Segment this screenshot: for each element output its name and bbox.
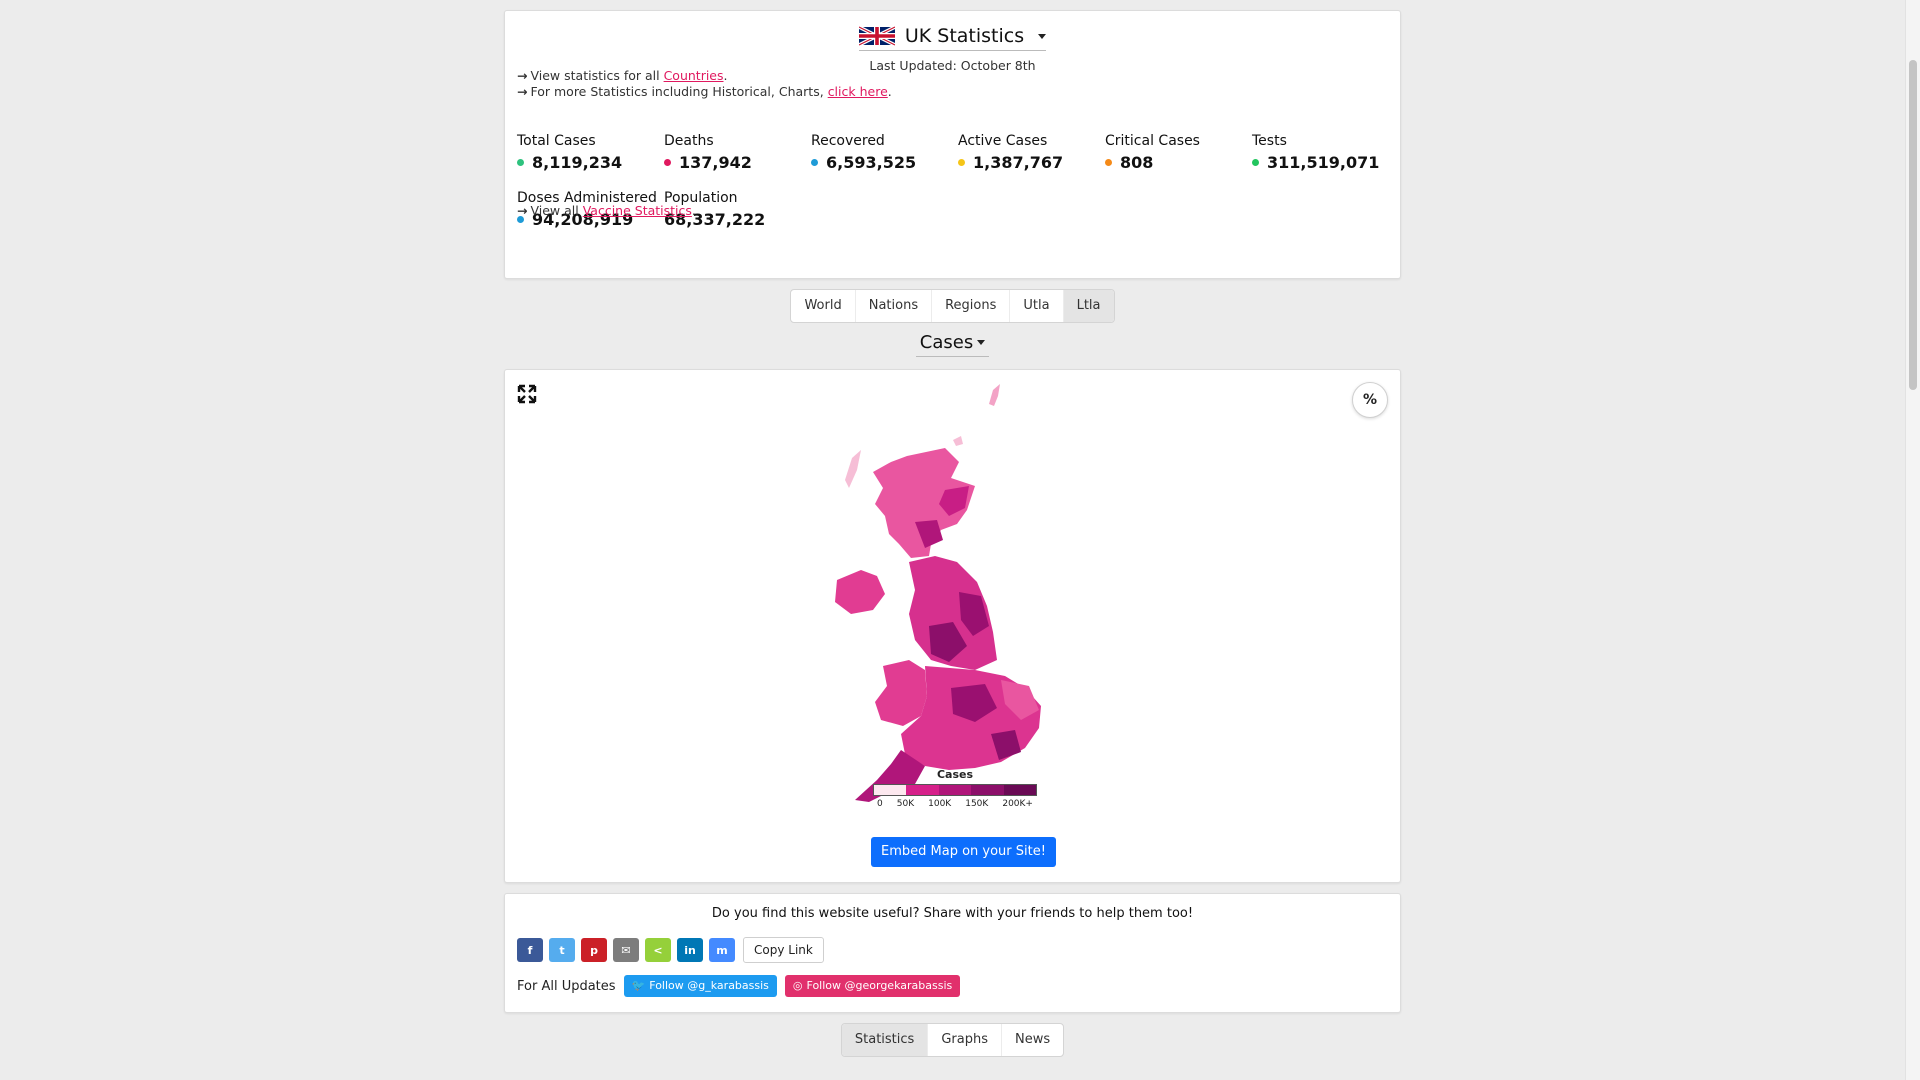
facebook-icon: f — [527, 943, 533, 957]
messenger-share-button[interactable]: m — [709, 938, 735, 962]
twitter-icon: 🐦 — [631, 979, 646, 992]
status-dot-icon — [958, 159, 965, 166]
scrollbar-thumb[interactable] — [1909, 60, 1917, 390]
map-region-northern-ireland[interactable] — [835, 570, 885, 614]
tab-utla[interactable]: Utla — [1010, 290, 1064, 322]
facebook-share-button[interactable]: f — [517, 938, 543, 962]
country-selector[interactable]: UK Statistics — [858, 25, 1047, 51]
legend-swatch — [906, 785, 939, 795]
vaccine-line: → View all Vaccine Statistics. — [517, 203, 696, 218]
stat-label: Critical Cases — [1105, 133, 1200, 149]
tab-graphs[interactable]: Graphs — [928, 1024, 1002, 1056]
updates-label: For All Updates — [517, 978, 616, 994]
tab-regions[interactable]: Regions — [932, 290, 1011, 322]
twitter-share-button[interactable]: t — [549, 938, 575, 962]
stat-value: 808 — [1120, 153, 1154, 172]
status-dot-icon — [1105, 159, 1112, 166]
stat-recovered: Recovered 6,593,525 — [811, 133, 959, 172]
map-card: % Cases 0 50K 100K 150K 200K+ Embed Map … — [504, 369, 1401, 883]
instagram-follow-button[interactable]: ◎ Follow @georgekarabassis — [784, 975, 961, 997]
stat-value: 8,119,234 — [532, 153, 623, 172]
linkedin-share-button[interactable]: in — [677, 938, 703, 962]
stat-value: 6,593,525 — [826, 153, 917, 172]
arrow-right-icon: → — [517, 203, 528, 218]
stats-card: UK Statistics Last Updated: October 8th … — [504, 10, 1401, 279]
stat-label: Total Cases — [517, 133, 596, 149]
status-dot-icon — [811, 159, 818, 166]
uk-flag-icon — [858, 26, 895, 46]
legend-ticks: 0 50K 100K 150K 200K+ — [873, 799, 1037, 809]
share-title: Do you find this website useful? Share w… — [711, 906, 1194, 921]
map-legend: Cases 0 50K 100K 150K 200K+ — [873, 768, 1037, 809]
countries-link[interactable]: Countries — [664, 68, 724, 83]
instagram-icon: ◎ — [792, 979, 803, 992]
legend-swatch — [971, 785, 1004, 795]
pinterest-icon: p — [590, 943, 598, 957]
legend-tick: 200K+ — [1002, 799, 1033, 809]
stat-label: Deaths — [664, 133, 714, 149]
legend-swatch — [874, 785, 907, 795]
linkedin-icon: in — [684, 943, 696, 957]
legend-tick: 100K — [928, 799, 952, 809]
legend-swatch — [938, 785, 972, 795]
messenger-icon: m — [716, 943, 728, 957]
legend-color-scale — [873, 784, 1037, 796]
region-tabs: World Nations Regions Utla Ltla — [790, 289, 1115, 323]
stat-label: Active Cases — [958, 133, 1048, 149]
status-dot-icon — [1252, 159, 1259, 166]
legend-title: Cases — [936, 768, 974, 781]
legend-tick: 150K — [965, 799, 989, 809]
twitter-follow-button[interactable]: 🐦 Follow @g_karabassis — [623, 975, 777, 997]
tab-statistics[interactable]: Statistics — [841, 1024, 929, 1056]
map-region-shetland[interactable] — [989, 384, 1000, 406]
follow-row: For All Updates 🐦 Follow @g_karabassis ◎… — [517, 975, 961, 997]
stat-active-cases: Active Cases 1,387,767 — [958, 133, 1106, 172]
share-buttons: f t p ✉ < in m Copy Link — [517, 937, 824, 963]
tab-world[interactable]: World — [791, 290, 856, 322]
stat-value: 1,387,767 — [973, 153, 1064, 172]
map-region-orkney[interactable] — [953, 436, 963, 446]
chevron-down-icon — [977, 340, 986, 345]
stat-deaths: Deaths 137,942 — [664, 133, 812, 172]
legend-swatch — [1003, 785, 1037, 795]
share-share-button[interactable]: < — [645, 938, 671, 962]
legend-tick: 50K — [896, 799, 915, 809]
stat-value: 311,519,071 — [1267, 153, 1380, 172]
scrollbar[interactable] — [1905, 0, 1920, 1080]
map-region-wales[interactable] — [875, 660, 927, 726]
share-icon: < — [653, 943, 663, 957]
chevron-down-icon — [1038, 33, 1047, 39]
arrow-right-icon: → — [517, 84, 528, 99]
legend-tick: 0 — [877, 799, 883, 809]
tab-nations[interactable]: Nations — [856, 290, 933, 322]
countries-line: → View statistics for all Countries. — [517, 68, 728, 83]
stat-critical-cases: Critical Cases 808 — [1105, 133, 1253, 172]
stat-tests: Tests 311,519,071 — [1252, 133, 1400, 172]
email-share-button[interactable]: ✉ — [613, 938, 639, 962]
metric-label: Cases — [919, 332, 974, 353]
vaccine-statistics-link[interactable]: Vaccine Statistics — [583, 203, 692, 218]
share-card: Do you find this website useful? Share w… — [504, 893, 1401, 1013]
page-title: UK Statistics — [904, 25, 1025, 47]
copy-link-button[interactable]: Copy Link — [743, 937, 824, 963]
stat-label: Recovered — [811, 133, 885, 149]
tab-news[interactable]: News — [1002, 1024, 1063, 1056]
embed-map-button[interactable]: Embed Map on your Site! — [871, 837, 1056, 867]
arrow-right-icon: → — [517, 68, 528, 83]
bottom-tabs: Statistics Graphs News — [840, 1023, 1065, 1057]
stat-value: 137,942 — [679, 153, 752, 172]
status-dot-icon — [664, 159, 671, 166]
stat-total-cases: Total Cases 8,119,234 — [517, 133, 665, 172]
main-column: UK Statistics Last Updated: October 8th … — [504, 10, 1401, 1057]
email-icon: ✉ — [621, 943, 631, 957]
map-region-hebrides[interactable] — [845, 450, 861, 488]
more-stats-line: → For more Statistics including Historica… — [517, 84, 892, 99]
metric-selector[interactable]: Cases — [915, 332, 990, 357]
tab-ltla[interactable]: Ltla — [1063, 290, 1114, 322]
click-here-link[interactable]: click here — [828, 84, 888, 99]
status-dot-icon — [517, 159, 524, 166]
pinterest-share-button[interactable]: p — [581, 938, 607, 962]
twitter-icon: t — [559, 943, 565, 957]
stat-label: Tests — [1252, 133, 1287, 149]
